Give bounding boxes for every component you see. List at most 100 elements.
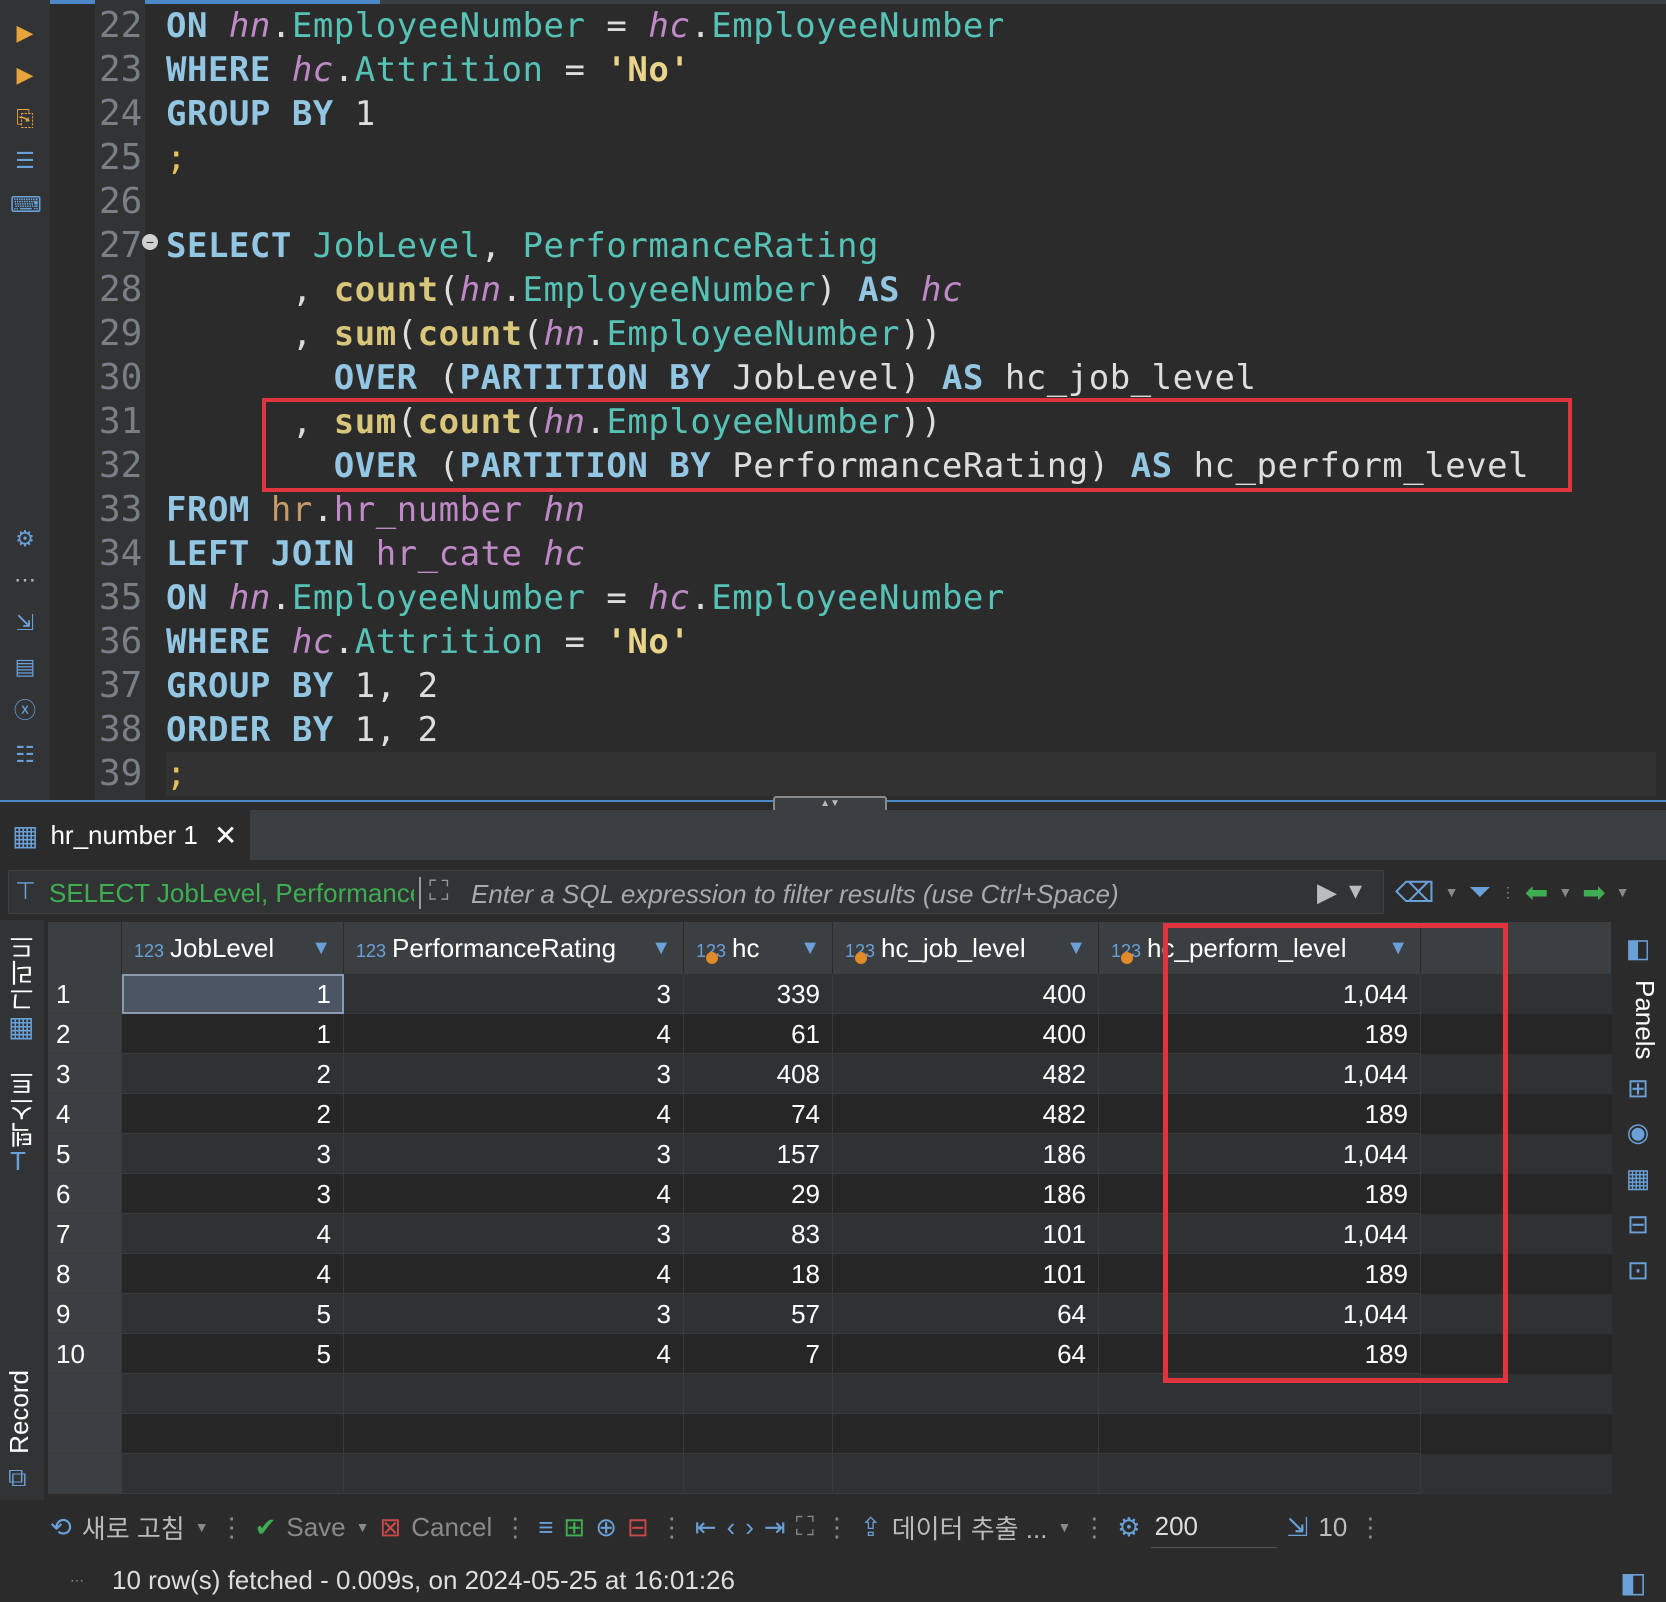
column-header[interactable]: 123 PerformanceRating ▼ bbox=[344, 922, 684, 974]
table-cell[interactable]: 4 bbox=[344, 1094, 684, 1134]
filter-icon[interactable]: ⏷ bbox=[1468, 876, 1490, 909]
save-icon[interactable]: ✔ bbox=[255, 1512, 277, 1543]
text-icon[interactable]: T bbox=[10, 1146, 26, 1177]
row-number[interactable]: 7 bbox=[48, 1214, 122, 1254]
code-line[interactable]: ORDER BY 1, 2 bbox=[166, 708, 439, 752]
table-cell[interactable]: 2 bbox=[122, 1094, 344, 1134]
chevron-down-icon[interactable]: ▼ bbox=[1057, 1519, 1071, 1535]
copy-row-icon[interactable]: ⊕ bbox=[595, 1512, 617, 1543]
layout-icon[interactable]: ⊡ bbox=[1620, 1252, 1656, 1288]
sort-icon[interactable]: ▼ bbox=[800, 922, 820, 974]
run-statement-icon[interactable]: ▶ bbox=[10, 18, 40, 48]
refresh-icon[interactable]: ⟲ bbox=[50, 1512, 72, 1543]
run-script-icon[interactable]: ▶ bbox=[10, 60, 40, 90]
table-cell[interactable]: 64 bbox=[833, 1334, 1099, 1374]
code-line[interactable]: , sum(count(hn.EmployeeNumber)) bbox=[166, 312, 942, 356]
column-header[interactable]: 123 JobLevel ▼ bbox=[122, 922, 344, 974]
table-cell[interactable]: 57 bbox=[684, 1294, 833, 1334]
table-cell[interactable]: 3 bbox=[122, 1174, 344, 1214]
code-line[interactable]: FROM hr.hr_number hn bbox=[166, 488, 585, 532]
row-number[interactable]: 8 bbox=[48, 1254, 122, 1294]
table-cell[interactable]: 482 bbox=[833, 1094, 1099, 1134]
row-number[interactable]: 2 bbox=[48, 1014, 122, 1054]
delete-row-icon[interactable]: ⊟ bbox=[627, 1512, 649, 1543]
chevron-down-icon[interactable]: ▼ bbox=[1616, 884, 1630, 900]
export-icon[interactable]: ⇪ bbox=[860, 1512, 882, 1543]
grouping-icon[interactable]: ⊟ bbox=[1620, 1206, 1656, 1242]
eraser-icon[interactable]: ⌫ bbox=[1395, 876, 1435, 909]
table-cell[interactable]: 400 bbox=[833, 974, 1099, 1014]
tab-text[interactable]: 텍스트 bbox=[4, 1070, 40, 1148]
save-button[interactable]: Save bbox=[286, 1512, 345, 1543]
status-more-icon[interactable]: ⋯ bbox=[70, 1560, 84, 1600]
code-line[interactable]: LEFT JOIN hr_cate hc bbox=[166, 532, 585, 576]
table-cell[interactable]: 74 bbox=[684, 1094, 833, 1134]
table-cell[interactable]: 4 bbox=[344, 1014, 684, 1054]
error-file-icon[interactable]: ▤ bbox=[10, 652, 40, 682]
edit-row-icon[interactable]: ≡ bbox=[538, 1512, 553, 1543]
first-page-icon[interactable]: ⇤ bbox=[695, 1512, 717, 1543]
chevron-down-icon[interactable]: ▼ bbox=[195, 1519, 209, 1535]
row-number[interactable]: 1 bbox=[48, 974, 122, 1014]
table-cell[interactable]: 157 bbox=[684, 1134, 833, 1174]
tab-hr-number[interactable]: ▦ hr_number 1 ✕ bbox=[0, 810, 250, 860]
table-cell[interactable]: 186 bbox=[833, 1174, 1099, 1214]
sort-icon[interactable]: ▼ bbox=[1066, 922, 1086, 974]
fold-icon[interactable]: − bbox=[142, 234, 158, 250]
value-panel-icon[interactable]: ⊞ bbox=[1620, 1070, 1656, 1106]
code-line[interactable]: WHERE hc.Attrition = 'No' bbox=[166, 48, 690, 92]
row-number[interactable]: 9 bbox=[48, 1294, 122, 1334]
table-cell[interactable]: 3 bbox=[344, 1054, 684, 1094]
code-line[interactable]: GROUP BY 1, 2 bbox=[166, 664, 439, 708]
code-line[interactable]: , count(hn.EmployeeNumber) AS hc bbox=[166, 268, 963, 312]
grid-icon[interactable]: ▦ bbox=[8, 1010, 34, 1043]
record-icon[interactable]: ⧉ bbox=[8, 1462, 27, 1494]
table-cell[interactable]: 482 bbox=[833, 1054, 1099, 1094]
tab-grid[interactable]: 그리드 bbox=[4, 934, 40, 1012]
table-cell[interactable]: 1 bbox=[122, 974, 344, 1014]
table-cell[interactable]: 29 bbox=[684, 1174, 833, 1214]
tab-record[interactable]: Record bbox=[4, 1370, 40, 1454]
table-cell[interactable]: 3 bbox=[122, 1134, 344, 1174]
explain-plan-icon[interactable]: ⎘ bbox=[10, 104, 40, 134]
next-page-icon[interactable]: › bbox=[745, 1512, 754, 1543]
apply-filter-icon[interactable]: ▶ bbox=[1317, 877, 1337, 908]
row-number[interactable]: 4 bbox=[48, 1094, 122, 1134]
forward-arrow-icon[interactable]: ➡ bbox=[1582, 876, 1605, 909]
close-icon[interactable]: ✕ bbox=[214, 819, 237, 852]
cancel-button[interactable]: Cancel bbox=[411, 1512, 492, 1543]
code-line[interactable]: ON hn.EmployeeNumber = hc.EmployeeNumber bbox=[166, 576, 1005, 620]
variables-icon[interactable]: ⓧ bbox=[10, 696, 40, 726]
table-cell[interactable]: 4 bbox=[344, 1254, 684, 1294]
table-cell[interactable]: 3 bbox=[344, 1134, 684, 1174]
panels-icon[interactable]: ◧ bbox=[1620, 930, 1656, 966]
table-cell[interactable]: 186 bbox=[833, 1134, 1099, 1174]
filter-input[interactable] bbox=[469, 871, 1323, 917]
settings-icon[interactable]: ⚙ bbox=[10, 524, 40, 554]
table-cell[interactable]: 2 bbox=[122, 1054, 344, 1094]
source-query[interactable]: SELECT JobLevel, PerformanceRating bbox=[49, 871, 414, 915]
chevron-down-icon[interactable]: ▼ bbox=[1445, 884, 1459, 900]
sort-icon[interactable]: ▼ bbox=[651, 922, 671, 974]
calendar-icon[interactable]: ▦ bbox=[1620, 1160, 1656, 1196]
table-cell[interactable]: 400 bbox=[833, 1014, 1099, 1054]
code-line[interactable]: ; bbox=[166, 136, 187, 180]
table-cell[interactable]: 61 bbox=[684, 1014, 833, 1054]
table-cell[interactable]: 4 bbox=[122, 1214, 344, 1254]
table-cell[interactable]: 408 bbox=[684, 1054, 833, 1094]
previous-page-icon[interactable]: ‹ bbox=[727, 1512, 736, 1543]
row-count-icon[interactable]: ⇲ bbox=[1287, 1512, 1309, 1543]
refresh-button[interactable]: 새로 고침 bbox=[82, 1509, 185, 1546]
load-script-icon[interactable]: ☰ bbox=[10, 146, 40, 176]
back-arrow-icon[interactable]: ⬅ bbox=[1525, 876, 1548, 909]
table-cell[interactable]: 4 bbox=[344, 1334, 684, 1374]
chevron-down-icon[interactable]: ▼ bbox=[356, 1519, 370, 1535]
table-cell[interactable]: 3 bbox=[344, 1214, 684, 1254]
code-line[interactable]: GROUP BY 1 bbox=[166, 92, 376, 136]
column-header[interactable]: 123 hc ▼ bbox=[684, 922, 833, 974]
table-cell[interactable]: 1 bbox=[122, 1014, 344, 1054]
export-icon[interactable]: ⇲ bbox=[10, 608, 40, 638]
layout-toggle-icon[interactable]: ◧ bbox=[1620, 1566, 1646, 1599]
terminal-icon[interactable]: ⌨ bbox=[10, 190, 42, 220]
code-line[interactable]: SELECT JobLevel, PerformanceRating bbox=[166, 224, 879, 268]
